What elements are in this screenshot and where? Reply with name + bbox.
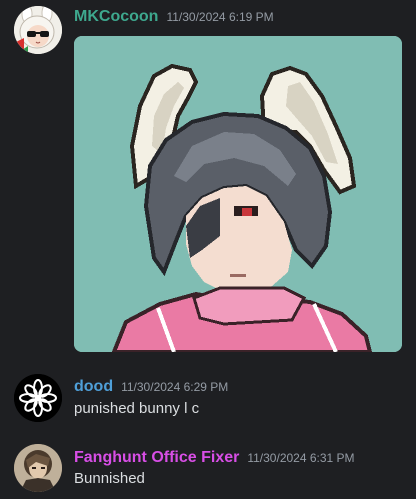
portrait-avatar-icon [14, 444, 62, 492]
message-header: dood 11/30/2024 6:29 PM [74, 378, 228, 396]
message-item: Fanghunt Office Fixer 11/30/2024 6:31 PM … [0, 440, 416, 499]
pixel-art-bunny-image [74, 36, 402, 352]
timestamp[interactable]: 11/30/2024 6:19 PM [166, 10, 273, 24]
message-header: Fanghunt Office Fixer 11/30/2024 6:31 PM [74, 449, 355, 467]
message-header: MKCocoon 11/30/2024 6:19 PM [74, 8, 274, 26]
message-text: punished bunny l c [74, 400, 200, 417]
user-avatar[interactable] [14, 444, 62, 492]
image-attachment[interactable] [74, 36, 402, 352]
username[interactable]: dood [74, 378, 113, 395]
message-item: dood 11/30/2024 6:29 PM punished bunny l … [0, 372, 416, 432]
chat-log: MKCocoon 11/30/2024 6:19 PM dood 11/30/2… [0, 0, 416, 499]
message-item: MKCocoon 11/30/2024 6:19 PM [0, 0, 416, 360]
username[interactable]: MKCocoon [74, 8, 158, 25]
timestamp[interactable]: 11/30/2024 6:29 PM [121, 380, 228, 394]
anime-avatar-icon [14, 6, 62, 54]
flower-logo-icon [14, 374, 62, 422]
user-avatar[interactable] [14, 6, 62, 54]
message-text: Bunnished [74, 470, 145, 487]
user-avatar[interactable] [14, 374, 62, 422]
timestamp[interactable]: 11/30/2024 6:31 PM [247, 451, 354, 465]
username[interactable]: Fanghunt Office Fixer [74, 449, 239, 466]
